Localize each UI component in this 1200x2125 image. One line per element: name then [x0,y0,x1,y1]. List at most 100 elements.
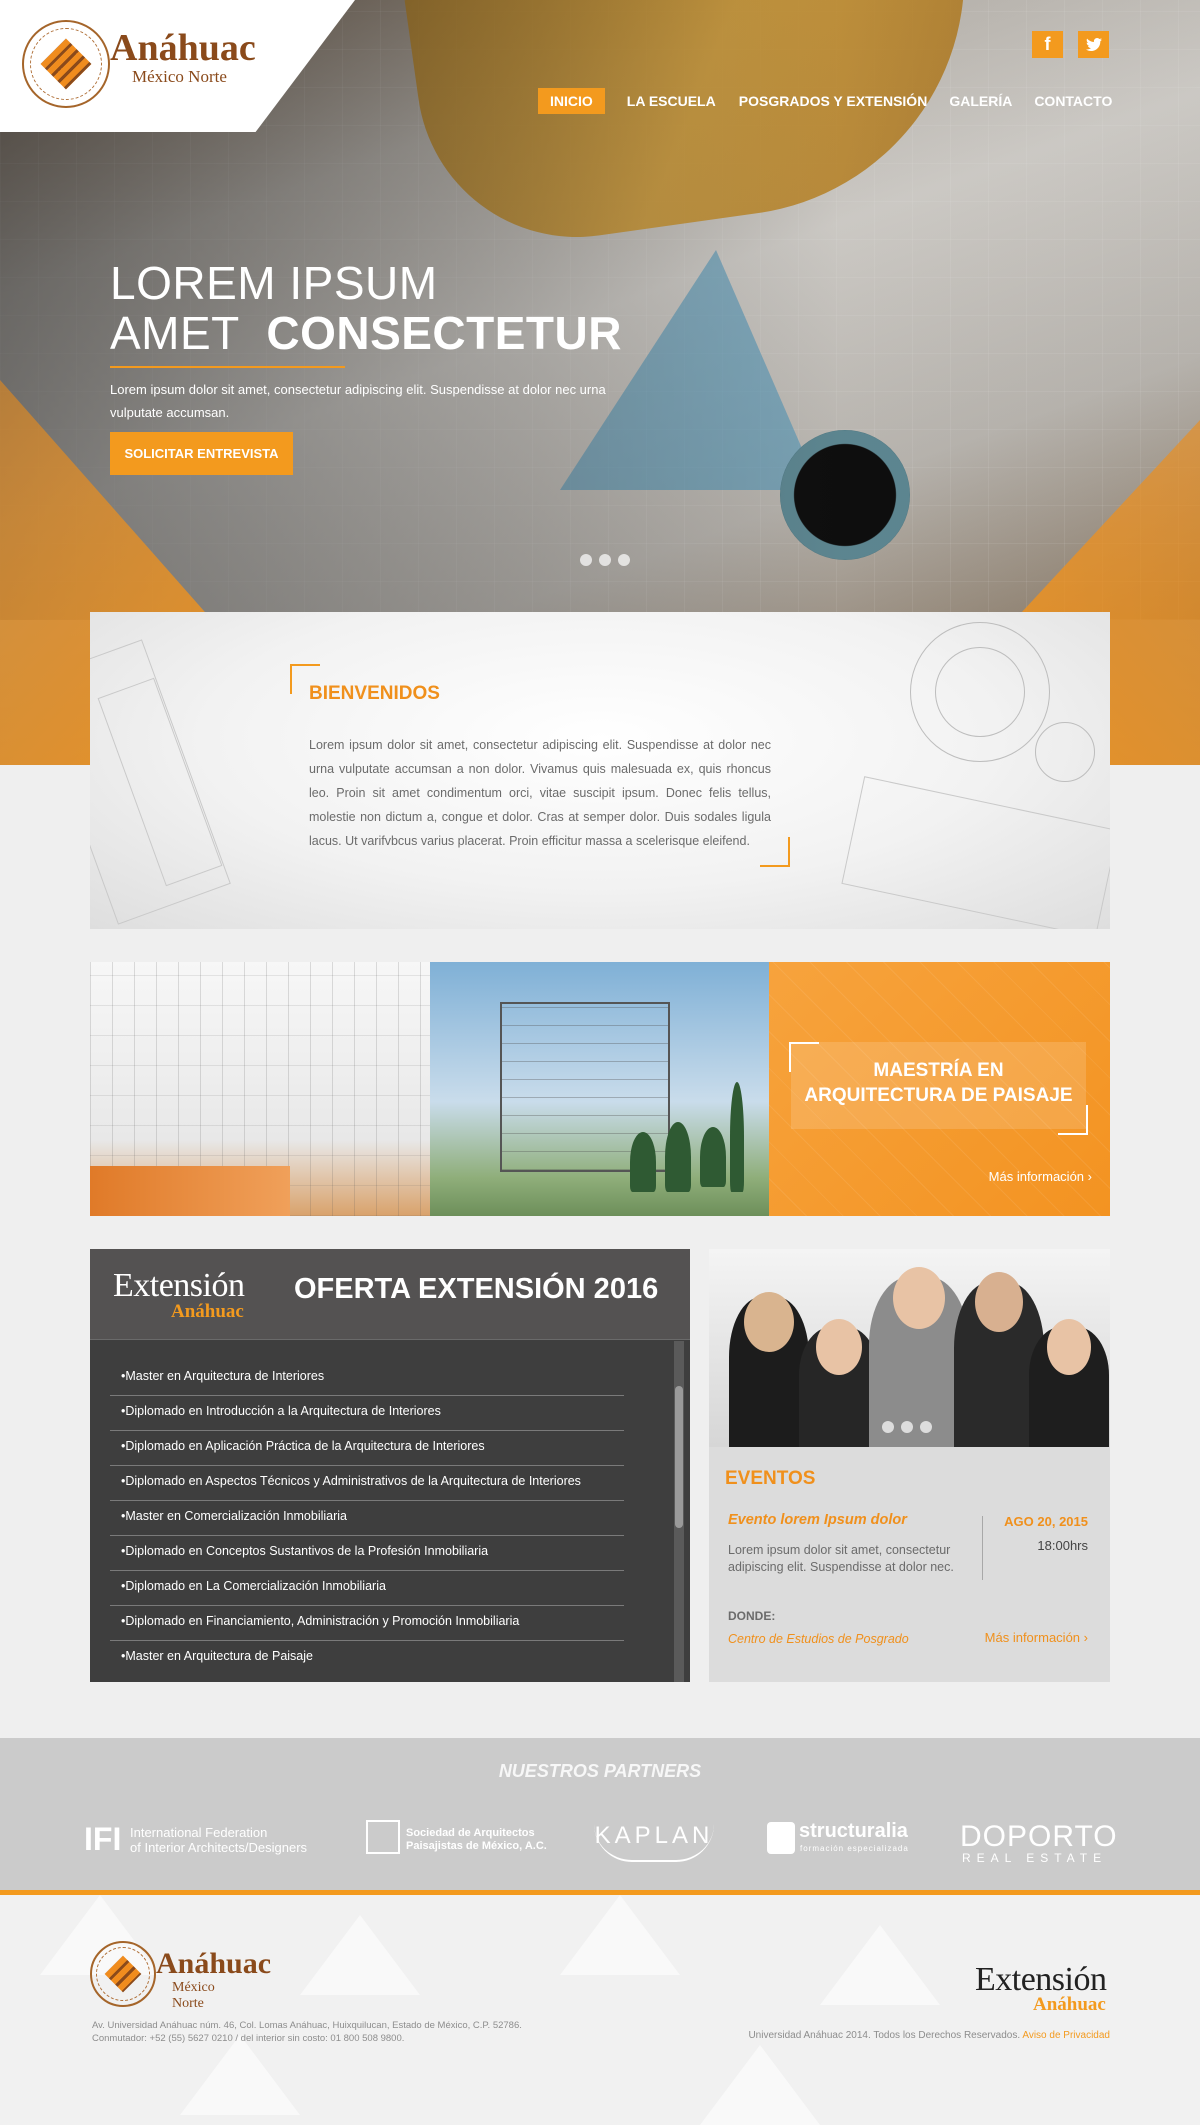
maestria-card[interactable]: MAESTRÍA EN ARQUITECTURA DE PAISAJE Más … [769,962,1110,1216]
ifi-mark: IFI [84,1821,122,1857]
footer-brand-subtitle: México Norte [172,1980,215,2011]
footer-pattern [560,1895,680,1975]
maestria-title-line1: MAESTRÍA EN [873,1060,1004,1081]
chevron-right-icon: › [1083,1630,1088,1645]
hero-title-line2-bold: CONSECTETUR [266,307,622,359]
anahuac-seal-icon [22,20,110,108]
events-panel: EVENTOS Evento lorem Ipsum dolor Lorem i… [709,1249,1110,1682]
nav-item-inicio[interactable]: INICIO [538,88,605,114]
twitter-icon[interactable] [1078,31,1109,58]
brand-name: Anáhuac [110,27,256,69]
extension-logo-text: Extensión [113,1267,245,1304]
events-slider-dots [882,1421,932,1433]
team-photo-head [893,1267,945,1329]
events-title: EVENTOS [725,1468,816,1489]
corner-bracket-bottom [760,837,790,867]
main-nav: INICIO LA ESCUELA POSGRADOS Y EXTENSIÓN … [538,88,1124,114]
team-photo [709,1249,1110,1447]
list-item[interactable]: •Master en Arquitectura de Interiores [110,1361,624,1396]
ifi-line1: International Federation [130,1825,268,1840]
list-item[interactable]: •Diplomado en Aplicación Práctica de la … [110,1431,624,1466]
maestria-more-label: Más información [988,1169,1085,1184]
hero-slide-dot[interactable] [599,554,611,566]
hero-text: Lorem ipsum dolor sit amet, consectetur … [110,382,606,420]
ifi-line2: of Interior Architects/Designers [130,1840,308,1855]
request-interview-button[interactable]: SOLICITAR ENTREVISTA [110,432,293,475]
hero-slide-dot[interactable] [618,554,630,566]
house-render-tree [630,1132,656,1192]
chevron-right-icon: › [1087,1169,1092,1184]
hero-title-line2-light: AMET [110,307,240,359]
doporto-text: DOPORTO [960,1820,1118,1853]
sapm-line1: Sociedad de Arquitectos [406,1827,535,1839]
offer-header: Extensión Anáhuac OFERTA EXTENSIÓN 2016 [90,1249,690,1340]
partners-section: NUESTROS PARTNERS IFI International Fede… [0,1738,1200,1890]
hero-slide-dot[interactable] [580,554,592,566]
sapm-line2: Paisajistas de México, A.C. [406,1840,547,1852]
event-more-link[interactable]: Más información › [985,1630,1088,1645]
team-photo-head [816,1319,862,1375]
event-where-label: DONDE: [728,1609,776,1623]
footer-copyright: Universidad Anáhuac 2014. Todos los Dere… [748,2030,1110,2041]
footer-address-line1: Av. Universidad Anáhuac núm. 46, Col. Lo… [92,2020,522,2031]
list-item[interactable]: •Diplomado en Financiamiento, Administra… [110,1606,624,1641]
anahuac-seal-icon [90,1941,156,2007]
team-photo-person [729,1292,809,1447]
events-slide-dot[interactable] [901,1421,913,1433]
extension-offer-panel: Extensión Anáhuac OFERTA EXTENSIÓN 2016 … [90,1249,690,1682]
nav-item-contacto[interactable]: CONTACTO [1022,88,1124,114]
list-item[interactable]: •Diplomado en Aspectos Técnicos y Admini… [110,1466,624,1501]
footer-pattern [180,2035,300,2115]
brand-subtitle: México Norte [132,67,227,86]
list-item[interactable]: •Master en Arquitectura de Paisaje [110,1641,624,1676]
doporto-sub: REAL ESTATE [962,1851,1108,1865]
hero-divider [110,366,345,368]
event-description: Lorem ipsum dolor sit amet, consectetur … [728,1543,954,1574]
nav-item-la-escuela[interactable]: LA ESCUELA [615,88,727,114]
footer-brand-name: Anáhuac [156,1947,272,1980]
twitter-bird-icon [1085,38,1102,51]
list-item[interactable]: •Diplomado en Conceptos Sustantivos de l… [110,1536,624,1571]
footer: Anáhuac México Norte Av. Universidad Aná… [0,1895,1200,2125]
team-photo-head [975,1272,1023,1332]
list-item[interactable]: •Master en Comercialización Inmobiliaria [110,1501,624,1536]
kaplan-swoosh-icon [594,1824,714,1862]
offer-scrollbar-thumb[interactable] [675,1386,683,1528]
hero-title-line1: LOREM IPSUM [110,257,438,309]
events-slide-dot[interactable] [882,1421,894,1433]
event-location: Centro de Estudios de Posgrado [728,1632,909,1646]
welcome-section: BIENVENIDOS Lorem ipsum dolor sit amet, … [90,612,1110,929]
blueprint-sketch-right [841,776,1110,929]
footer-pattern [300,1915,420,1995]
nav-item-posgrados[interactable]: POSGRADOS Y EXTENSIÓN [727,88,940,114]
house-render-tree [665,1122,691,1192]
event-date: AGO 20, 2015 [1004,1514,1088,1529]
event-more-label: Más información [984,1630,1081,1645]
footer-extension-logo-sub: Anáhuac [1033,1994,1106,2015]
maestria-more-link[interactable]: Más información › [989,1169,1092,1184]
partners-title: NUESTROS PARTNERS [498,1761,702,1781]
corner-bracket-bottom [1058,1105,1088,1135]
offer-title: OFERTA EXTENSIÓN 2016 [294,1273,659,1305]
privacy-link[interactable]: Aviso de Privacidad [1022,2030,1110,2041]
team-photo-person [1029,1319,1109,1447]
events-slide-dot[interactable] [920,1421,932,1433]
footer-address: Av. Universidad Anáhuac núm. 46, Col. Lo… [92,2019,572,2045]
partner-kaplan-logo[interactable]: KAPLAN [588,1818,720,1862]
footer-pattern [700,2045,820,2125]
interior-sketch-image [90,962,430,1216]
team-photo-person [799,1319,879,1447]
promo-strip: MAESTRÍA EN ARQUITECTURA DE PAISAJE Más … [90,962,1110,1216]
event-time: 18:00hrs [1037,1538,1088,1553]
extension-logo-sub: Anáhuac [171,1301,244,1322]
facebook-icon[interactable]: f [1032,31,1063,58]
list-item[interactable]: •Diplomado en La Comercialización Inmobi… [110,1571,624,1606]
house-render-tree [700,1127,726,1187]
nav-item-galeria[interactable]: GALERÍA [937,88,1024,114]
welcome-title: BIENVENIDOS [309,683,440,704]
event-name-link[interactable]: Evento lorem Ipsum dolor [728,1512,907,1528]
list-item[interactable]: •Diplomado en Introducción a la Arquitec… [110,1396,624,1431]
blueprint-gear-inner [935,647,1025,737]
house-render-image [430,962,769,1216]
sapm-text: Sociedad de Arquitectos Paisajistas de M… [406,1827,547,1853]
